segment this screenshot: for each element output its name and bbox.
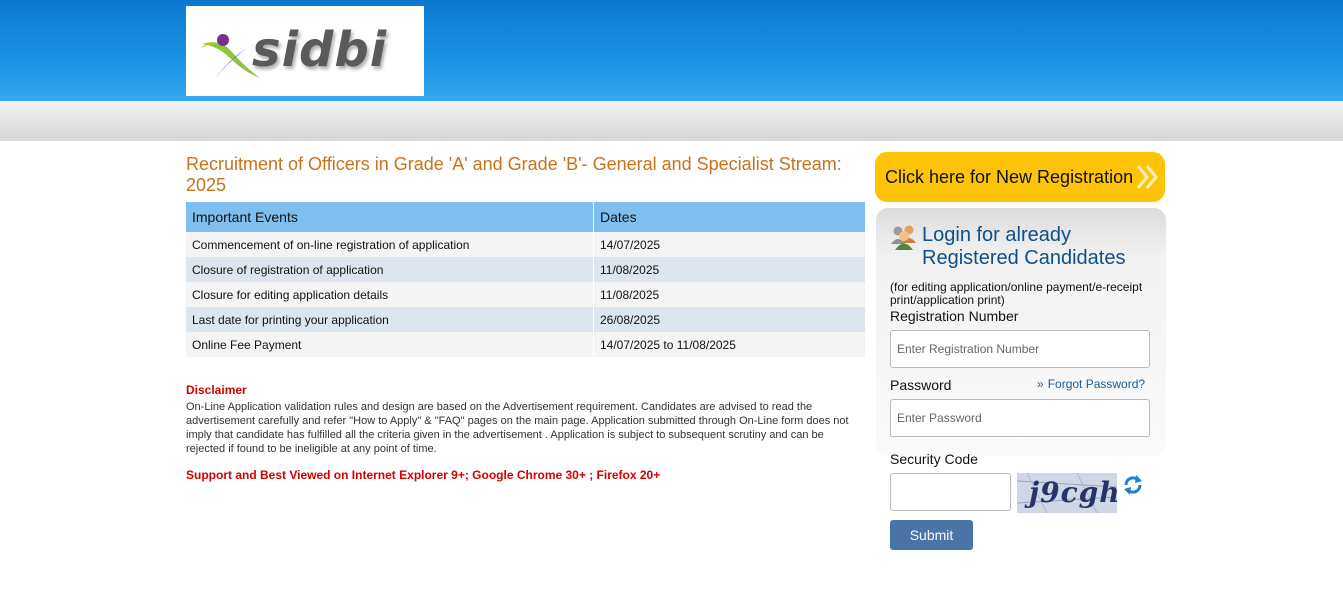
event-cell: Commencement of on-line registration of … <box>186 232 594 257</box>
forgot-password-label: Forgot Password? <box>1047 377 1146 391</box>
double-chevron-icon <box>1136 165 1158 189</box>
security-code-input[interactable] <box>890 473 1011 511</box>
password-label: Password <box>890 377 952 393</box>
page-title: Recruitment of Officers in Grade 'A' and… <box>186 154 842 195</box>
password-input[interactable] <box>890 399 1150 437</box>
captcha-text: j9cgh <box>1029 476 1117 509</box>
date-cell: 14/07/2025 to 11/08/2025 <box>593 332 866 357</box>
date-cell: 11/08/2025 <box>593 282 866 307</box>
login-subtitle: (for editing application/online payment/… <box>890 280 1143 307</box>
event-cell: Closure of registration of application <box>186 257 594 282</box>
table-row: Commencement of on-line registration of … <box>186 232 866 257</box>
event-cell: Online Fee Payment <box>186 332 594 357</box>
table-row: Closure of registration of application 1… <box>186 257 866 282</box>
double-chevron-icon: » <box>1037 377 1044 391</box>
date-cell: 14/07/2025 <box>593 232 866 257</box>
column-header-events: Important Events <box>186 202 594 232</box>
captcha-image: j9cgh <box>1017 473 1117 513</box>
browser-support-note: Support and Best Viewed on Internet Expl… <box>186 468 661 482</box>
table-header-row: Important Events Dates <box>186 202 866 232</box>
event-cell: Closure for editing application details <box>186 282 594 307</box>
disclaimer-heading: Disclaimer <box>186 383 247 397</box>
table-row: Closure for editing application details … <box>186 282 866 307</box>
disclaimer-text: On-Line Application validation rules and… <box>186 401 849 455</box>
logo-text: sidbi <box>252 22 388 78</box>
column-header-dates: Dates <box>593 202 866 232</box>
date-cell: 26/08/2025 <box>593 307 866 332</box>
event-cell: Last date for printing your application <box>186 307 594 332</box>
users-icon <box>891 225 916 250</box>
submit-button[interactable]: Submit <box>890 520 973 550</box>
refresh-icon[interactable] <box>1122 474 1144 496</box>
login-heading: Login for already Registered Candidates <box>922 224 1126 269</box>
table-row: Online Fee Payment 14/07/2025 to 11/08/2… <box>186 332 866 357</box>
new-registration-button[interactable]: Click here for New Registration <box>875 152 1165 202</box>
header-bar: sidbi <box>0 0 1343 101</box>
nav-bar <box>0 101 1343 141</box>
new-registration-label: Click here for New Registration <box>885 167 1134 187</box>
important-events-table: Important Events Dates Commencement of o… <box>186 202 866 357</box>
security-code-label: Security Code <box>890 451 978 467</box>
forgot-password-link[interactable]: » Forgot Password? <box>1037 377 1145 391</box>
registration-number-input[interactable] <box>890 330 1150 368</box>
registration-number-label: Registration Number <box>890 308 1019 324</box>
table-row: Last date for printing your application … <box>186 307 866 332</box>
sidbi-logo[interactable]: sidbi <box>186 6 424 96</box>
date-cell: 11/08/2025 <box>593 257 866 282</box>
